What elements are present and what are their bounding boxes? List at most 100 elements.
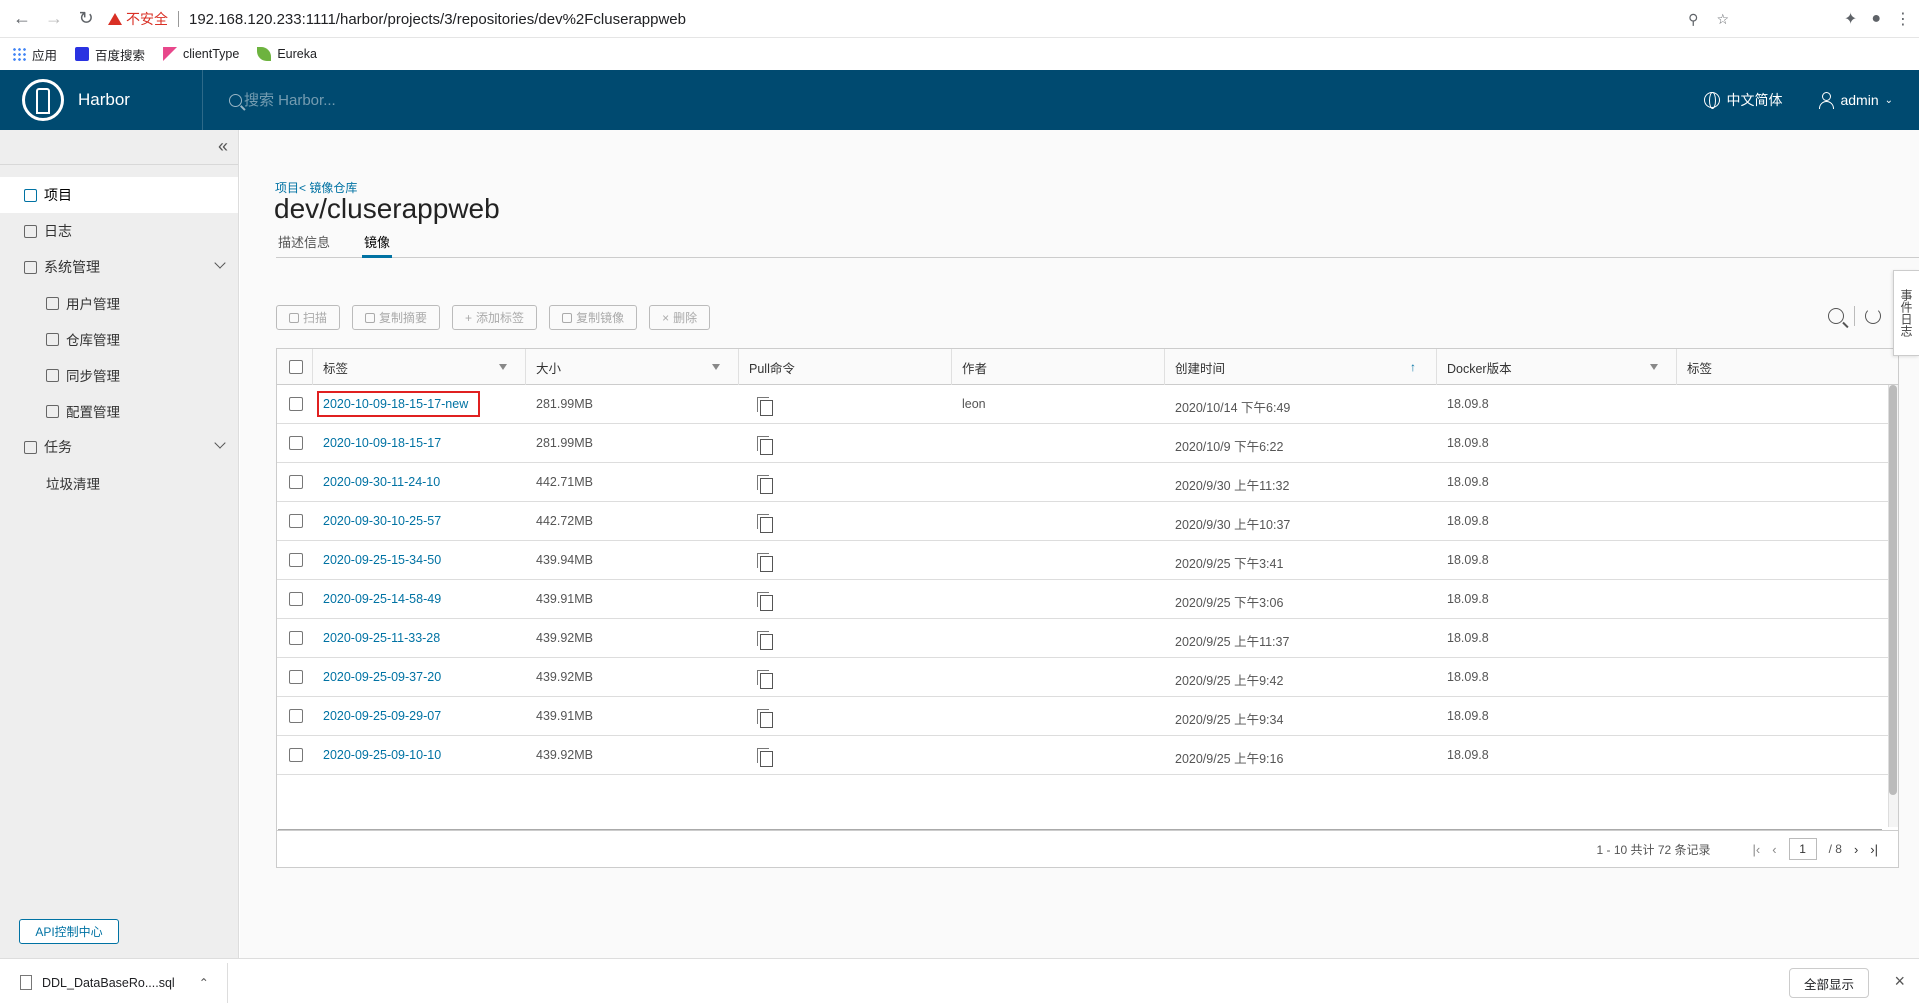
row-checkbox[interactable] [289,748,303,762]
global-search-input[interactable] [244,91,544,109]
delete-button[interactable]: × 删除 [649,305,711,330]
harbor-logo-icon[interactable] [22,79,64,121]
refresh-icon[interactable] [1865,308,1881,324]
prev-page-icon[interactable]: ‹ [1772,842,1776,857]
row-checkbox[interactable] [289,475,303,489]
row-checkbox[interactable] [289,670,303,684]
forward-icon[interactable]: → [38,3,70,35]
first-page-icon[interactable]: |‹ [1753,842,1761,857]
row-checkbox[interactable] [289,397,303,411]
tag-link[interactable]: 2020-10-09-18-15-17-new [316,391,481,417]
column-tag[interactable]: 标签 [313,349,526,385]
show-all-button[interactable]: 全部显示 [1788,968,1869,998]
scan-button[interactable]: 扫描 [276,305,341,330]
row-checkbox[interactable] [289,709,303,723]
tag-link[interactable]: 2020-09-25-15-34-50 [323,553,441,567]
tag-link[interactable]: 2020-09-30-11-24-10 [323,475,440,489]
tag-link[interactable]: 2020-10-09-18-15-17 [323,436,441,450]
bookmark-clienttype[interactable]: clientType [163,47,239,61]
row-checkbox[interactable] [289,592,303,606]
copy-icon[interactable] [757,475,773,494]
select-all-checkbox[interactable] [289,360,303,374]
tab-images[interactable]: 镜像 [362,234,393,258]
back-icon[interactable]: ← [6,3,38,35]
next-page-icon[interactable]: › [1854,842,1858,857]
url-text[interactable]: 192.168.120.233:1111/harbor/projects/3/r… [189,11,686,28]
sidebar-item-configuration[interactable]: 配置管理 [0,393,238,429]
bookmark-eureka[interactable]: Eureka [257,47,317,61]
tab-description[interactable]: 描述信息 [276,234,332,258]
event-log-tab[interactable]: 事件日志 [1893,270,1919,356]
table-row[interactable]: 2020-09-30-11-24-10 442.71MB 2020/9/30 上午1… [277,463,1898,502]
chevron-up-icon[interactable]: ⌃ [199,976,209,990]
collapse-icon[interactable]: « [218,136,228,157]
tag-link[interactable]: 2020-09-25-11-33-28 [323,631,440,645]
copy-icon[interactable] [757,553,773,572]
language-selector[interactable]: 中文简体 [1704,90,1782,110]
copy-icon[interactable] [757,514,773,533]
extensions-icon[interactable]: ✦ [1844,9,1857,29]
table-row[interactable]: 2020-10-09-18-15-17 281.99MB 2020/10/9 下午6… [277,424,1898,463]
search-icon[interactable] [1828,308,1844,324]
address-bar[interactable]: 不安全 192.168.120.233:1111/harbor/projects… [108,4,1853,34]
filter-icon[interactable] [1650,364,1658,370]
page-input[interactable]: 1 [1788,838,1817,860]
app-title[interactable]: Harbor [78,90,202,110]
copy-digest-button[interactable]: 复制摘要 [352,305,441,330]
filter-icon[interactable] [499,364,507,370]
sort-ascending-icon[interactable]: ↑ [1410,360,1416,374]
table-row[interactable]: 2020-09-30-10-25-57 442.72MB 2020/9/30 上午1… [277,502,1898,541]
copy-icon[interactable] [757,436,773,455]
user-menu[interactable]: admin ⌄ [1818,92,1893,109]
close-icon[interactable]: × [1894,971,1905,992]
copy-icon[interactable] [757,592,773,611]
sidebar-item-replication[interactable]: 同步管理 [0,357,238,393]
table-row[interactable]: 2020-09-25-09-37-20 439.92MB 2020/9/25 上午9… [277,658,1898,697]
key-icon[interactable]: ⚲ [1688,11,1698,28]
filter-icon[interactable] [712,364,720,370]
sidebar-item-registries[interactable]: 仓库管理 [0,321,238,357]
sidebar-item-tasks[interactable]: 任务 [0,429,238,465]
download-item[interactable]: DDL_DataBaseRo....sql ⌃ [20,962,228,1003]
table-row[interactable]: 2020-09-25-15-34-50 439.94MB 2020/9/25 下午3… [277,541,1898,580]
column-created[interactable]: 创建时间 ↑ [1165,349,1437,385]
copy-image-button[interactable]: 复制镜像 [549,305,638,330]
row-checkbox[interactable] [289,436,303,450]
add-label-button[interactable]: + 添加标签 [452,305,538,330]
tag-link[interactable]: 2020-09-30-10-25-57 [323,514,441,528]
sidebar-item-gc[interactable]: 垃圾清理 [0,465,238,501]
star-icon[interactable]: ☆ [1716,11,1729,28]
column-size[interactable]: 大小 [526,349,739,385]
table-row[interactable]: 2020-10-09-18-15-17-new 281.99MB leon 2020/… [277,385,1898,424]
copy-icon[interactable] [757,397,773,416]
table-row[interactable]: 2020-09-25-09-29-07 439.91MB 2020/9/25 上午9… [277,697,1898,736]
tag-link[interactable]: 2020-09-25-14-58-49 [323,592,441,606]
row-checkbox[interactable] [289,553,303,567]
profile-icon[interactable]: ● [1871,10,1881,28]
last-page-icon[interactable]: ›| [1870,842,1878,857]
sidebar-item-logs[interactable]: 日志 [0,213,238,249]
insecure-warning[interactable]: 不安全 [108,9,168,29]
table-row[interactable]: 2020-09-25-14-58-49 439.91MB 2020/9/25 下午3… [277,580,1898,619]
sidebar-item-projects[interactable]: 项目 [0,177,238,213]
reload-icon[interactable]: ↻ [70,3,102,35]
menu-icon[interactable]: ⋮ [1895,9,1911,29]
column-docker-version[interactable]: Docker版本 [1437,349,1677,385]
bookmark-apps[interactable]: 应用 [12,45,57,64]
vertical-scroll-thumb[interactable] [1889,385,1897,795]
copy-icon[interactable] [757,748,773,767]
copy-icon[interactable] [757,670,773,689]
sidebar-item-users[interactable]: 用户管理 [0,285,238,321]
copy-icon[interactable] [757,709,773,728]
tag-link[interactable]: 2020-09-25-09-37-20 [323,670,441,684]
tag-link[interactable]: 2020-09-25-09-10-10 [323,748,441,762]
bookmark-baidu[interactable]: 百度搜索 [75,45,145,64]
copy-icon[interactable] [757,631,773,650]
api-explorer-button[interactable]: API控制中心 [19,919,119,944]
row-checkbox[interactable] [289,514,303,528]
sidebar-item-admin[interactable]: 系统管理 [0,249,238,285]
table-row[interactable]: 2020-09-25-09-10-10 439.92MB 2020/9/25 上午9… [277,736,1898,775]
row-checkbox[interactable] [289,631,303,645]
tag-link[interactable]: 2020-09-25-09-29-07 [323,709,441,723]
table-row[interactable]: 2020-09-25-11-33-28 439.92MB 2020/9/25 上午1… [277,619,1898,658]
